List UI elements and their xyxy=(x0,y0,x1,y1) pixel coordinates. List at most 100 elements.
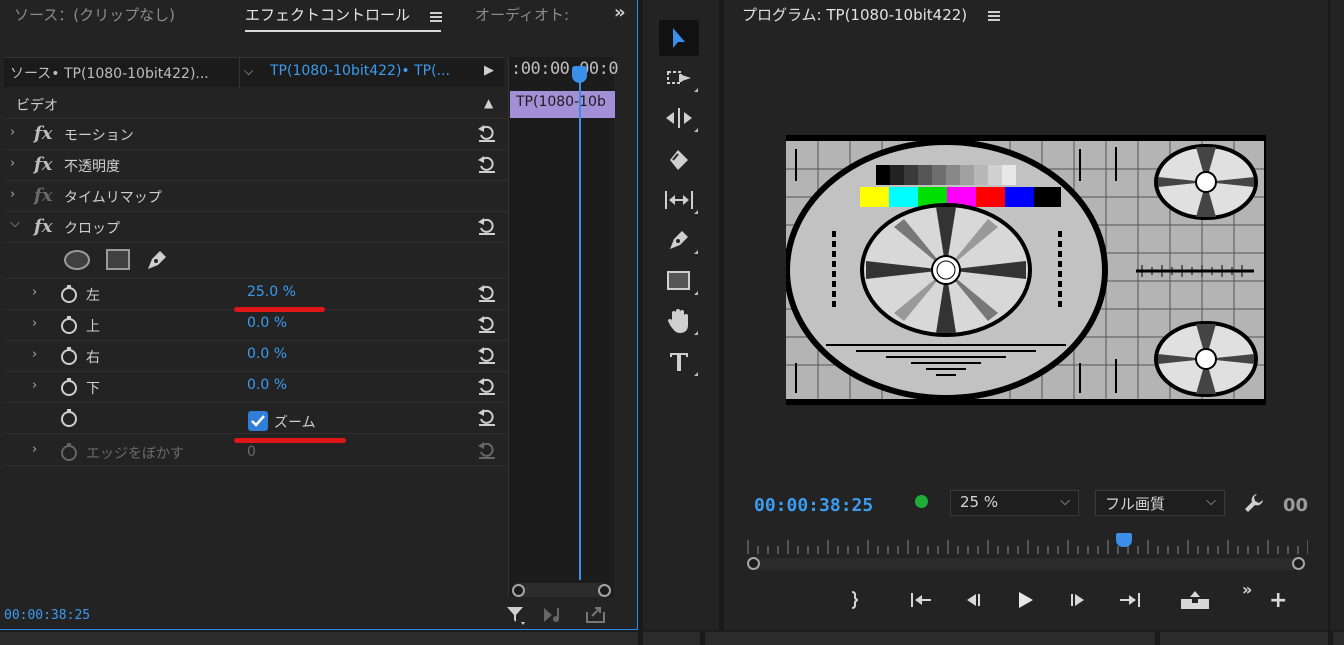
type-icon xyxy=(670,353,688,371)
app-window: ソース：(クリップなし) エフェクトコントロール オーディオト: » ソース• … xyxy=(0,0,1344,645)
play-only-clip-icon[interactable]: ▶ xyxy=(484,63,494,78)
marker-bracket-icon xyxy=(851,591,859,609)
rectangle-tool[interactable] xyxy=(659,263,699,299)
type-tool[interactable] xyxy=(659,344,699,380)
add-button-icon[interactable]: + xyxy=(1269,590,1287,612)
param-value[interactable]: 0.0 % xyxy=(247,346,287,362)
program-playhead[interactable] xyxy=(1116,533,1132,547)
slip-icon xyxy=(665,191,693,209)
slip-tool[interactable] xyxy=(659,182,699,218)
reset-icon[interactable] xyxy=(476,282,498,304)
tab-effect-controls[interactable]: エフェクトコントロール xyxy=(245,4,410,25)
effect-label: 不透明度 xyxy=(64,159,120,175)
play-button[interactable] xyxy=(1011,588,1039,612)
source-sequence-row: ソース• TP(1080-10bit422)... ⌵ TP(1080-10bi… xyxy=(4,57,504,88)
razor-icon xyxy=(670,150,688,170)
param-value[interactable]: 25.0 % xyxy=(247,284,296,300)
active-tab-indicator xyxy=(245,30,441,32)
collapse-chevron-icon[interactable]: ⌵ xyxy=(10,216,20,231)
hand-tool[interactable] xyxy=(659,303,699,339)
source-clip-label[interactable]: ソース• TP(1080-10bit422)... xyxy=(4,58,240,88)
param-label: エッジをぼかす xyxy=(86,446,184,462)
reset-icon[interactable] xyxy=(476,375,498,397)
reset-icon[interactable] xyxy=(476,313,498,335)
effect-row-motion[interactable]: › fx モーション xyxy=(4,119,506,150)
expand-chevron-icon[interactable]: › xyxy=(32,285,37,300)
rectangle-mask-icon[interactable] xyxy=(106,249,130,270)
effect-row-opacity[interactable]: › fx 不透明度 xyxy=(4,150,506,181)
stopwatch-icon[interactable] xyxy=(59,346,79,366)
fx-icon[interactable]: fx xyxy=(34,154,52,175)
tab-source[interactable]: ソース：(クリップなし) xyxy=(14,4,175,25)
reset-icon[interactable] xyxy=(476,153,498,175)
stopwatch-icon[interactable] xyxy=(59,284,79,304)
lift-button[interactable] xyxy=(1178,588,1212,612)
more-tabs-icon[interactable]: » xyxy=(614,2,626,23)
expand-chevron-icon[interactable]: › xyxy=(32,442,37,457)
go-to-out-button[interactable] xyxy=(1115,588,1143,612)
zoom-level-dropdown[interactable]: 25 % ⌵ xyxy=(950,490,1079,516)
panel-menu-icon[interactable] xyxy=(988,11,1000,21)
playback-quality-dropdown[interactable]: フル画質 ⌵ xyxy=(1095,490,1225,516)
scrubber-handle-left[interactable] xyxy=(747,557,760,570)
test-pattern-image xyxy=(784,135,1266,405)
add-marker-button[interactable] xyxy=(840,588,868,612)
step-back-button[interactable] xyxy=(959,588,987,612)
effect-row-time-remap[interactable]: › fx タイムリマップ xyxy=(4,181,506,212)
stopwatch-icon[interactable] xyxy=(59,377,79,397)
step-forward-button[interactable] xyxy=(1064,588,1092,612)
expand-chevron-icon[interactable]: › xyxy=(10,187,15,202)
expand-chevron-icon[interactable]: › xyxy=(32,378,37,393)
scrollbar-handle-left[interactable] xyxy=(512,584,525,597)
go-to-in-button[interactable] xyxy=(908,588,936,612)
step-back-icon xyxy=(967,594,980,606)
playhead-line[interactable] xyxy=(579,70,581,580)
reset-icon[interactable] xyxy=(476,122,498,144)
sequence-clip-label[interactable]: TP(1080-10bit422)• TP(... xyxy=(270,63,450,79)
scrollbar-handle-right[interactable] xyxy=(598,584,611,597)
chevron-down-icon[interactable]: ⌵ xyxy=(244,64,253,79)
chevron-down-icon: ⌵ xyxy=(1060,494,1070,509)
pen-mask-icon[interactable] xyxy=(144,247,170,273)
expand-chevron-icon[interactable]: › xyxy=(32,316,37,331)
reset-icon[interactable] xyxy=(476,406,498,428)
current-time-display[interactable]: 00:00:38:25 xyxy=(4,608,90,623)
ripple-edit-tool[interactable] xyxy=(659,100,699,136)
expand-chevron-icon[interactable]: › xyxy=(32,347,37,362)
pen-icon xyxy=(670,231,688,249)
param-label: 上 xyxy=(86,319,100,335)
ellipse-mask-icon[interactable] xyxy=(64,250,90,270)
expand-chevron-icon[interactable]: › xyxy=(10,125,15,140)
razor-tool[interactable] xyxy=(659,141,699,177)
param-value[interactable]: 0.0 % xyxy=(247,377,287,393)
timeline-clip[interactable]: TP(1080-10b xyxy=(510,91,615,118)
collapse-up-icon[interactable]: ▲ xyxy=(484,96,493,110)
timeline-zoom-scrollbar[interactable] xyxy=(512,583,608,597)
selection-tool[interactable] xyxy=(659,20,699,56)
zoom-checkbox[interactable] xyxy=(248,411,268,431)
expand-chevron-icon[interactable]: › xyxy=(10,156,15,171)
time-ruler[interactable] xyxy=(746,540,1308,554)
fx-icon[interactable]: fx xyxy=(34,123,52,144)
tab-audio[interactable]: オーディオト: xyxy=(475,4,579,25)
program-timecode[interactable]: 00:00:38:25 xyxy=(754,495,873,516)
program-monitor-title[interactable]: プログラム: TP(1080-10bit422) xyxy=(742,4,967,25)
filter-icon[interactable] xyxy=(505,604,527,626)
track-select-tool[interactable] xyxy=(659,60,699,96)
panel-menu-icon[interactable] xyxy=(430,12,442,22)
effect-row-crop[interactable]: ⌵ fx クロップ xyxy=(4,212,506,243)
reset-icon[interactable] xyxy=(476,215,498,237)
scrubber-handle-right[interactable] xyxy=(1292,557,1305,570)
more-controls-icon[interactable]: » xyxy=(1242,580,1252,599)
fx-icon[interactable]: fx xyxy=(34,216,52,237)
playback-scrubber-bar[interactable] xyxy=(754,558,1299,570)
param-value[interactable]: 0.0 % xyxy=(247,315,287,331)
effect-timeline[interactable]: :00:00 00:0 TP(1080-10b xyxy=(508,57,619,597)
pen-tool[interactable] xyxy=(659,222,699,258)
wrench-icon[interactable] xyxy=(1242,491,1266,515)
playhead-handle[interactable] xyxy=(572,66,587,83)
reset-icon[interactable] xyxy=(476,344,498,366)
video-preview[interactable] xyxy=(784,135,1266,405)
stopwatch-icon[interactable] xyxy=(59,315,79,335)
stopwatch-icon[interactable] xyxy=(59,408,79,428)
